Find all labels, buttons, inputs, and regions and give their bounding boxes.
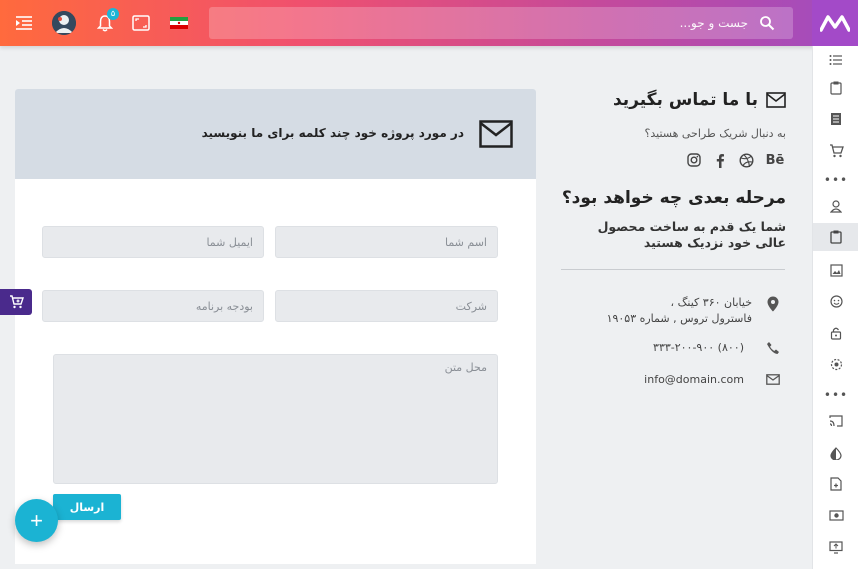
clipboard-icon[interactable] [813, 74, 858, 102]
menu-toggle-icon[interactable] [14, 13, 34, 33]
facebook-icon[interactable] [712, 152, 728, 168]
iran-flag-icon[interactable] [169, 13, 189, 33]
monitor-icon[interactable] [813, 533, 858, 561]
instagram-icon[interactable] [686, 152, 702, 168]
search-bar [209, 7, 793, 39]
contact-subtitle: به دنبال شریک طراحی هستید؟ [644, 127, 786, 140]
mail-icon [766, 92, 786, 108]
address-line2: فاسترول تروس , شماره ۱۹۰۵۳ [606, 312, 752, 325]
cart-add-icon [9, 295, 24, 309]
fab-add-button[interactable]: + [15, 499, 58, 542]
phone-row: (۸۰۰) ۳۳۳-۲۰۰-۹۰۰ [560, 340, 786, 356]
budget-field[interactable] [42, 290, 264, 322]
app-logo[interactable] [812, 0, 858, 46]
target-icon[interactable] [813, 350, 858, 378]
dribbble-icon[interactable] [738, 152, 754, 168]
send-button[interactable]: ارسال [53, 494, 121, 520]
file-add-icon[interactable] [813, 470, 858, 498]
list-icon[interactable] [813, 46, 858, 74]
search-input[interactable] [209, 7, 754, 39]
name-field[interactable] [275, 226, 498, 258]
sidebar-rail: ••• ••• [812, 46, 858, 569]
behance-icon[interactable]: Bē [764, 152, 786, 168]
contact-title: با ما تماس بگیرید [613, 90, 786, 110]
money-icon[interactable] [813, 501, 858, 529]
divider [561, 269, 785, 270]
location-pin-icon [767, 296, 779, 312]
more-dots-2-icon[interactable]: ••• [813, 388, 858, 402]
message-textarea[interactable] [53, 354, 498, 484]
floating-cart-button[interactable] [0, 289, 32, 315]
envelope-large-icon [479, 120, 513, 148]
form-header-text: در مورد پروژه خود چند کلمه برای ما بنویس… [201, 126, 464, 140]
next-step-title: مرحله بعدی چه خواهد بود؟ [561, 188, 786, 208]
search-icon[interactable] [759, 15, 775, 31]
fullscreen-icon[interactable] [131, 13, 151, 33]
user-icon[interactable] [813, 192, 858, 220]
cart-icon[interactable] [813, 137, 858, 165]
envelope-icon [766, 374, 780, 385]
company-field[interactable] [275, 290, 498, 322]
document-icon[interactable] [813, 105, 858, 133]
email-field[interactable] [42, 226, 264, 258]
smiley-icon[interactable] [813, 287, 858, 315]
form-header: در مورد پروژه خود چند کلمه برای ما بنویس… [15, 89, 536, 179]
notification-badge: ۵ [107, 8, 119, 20]
user-avatar[interactable] [52, 11, 76, 35]
contact-form-card: در مورد پروژه خود چند کلمه برای ما بنویس… [15, 89, 536, 564]
cast-icon[interactable] [813, 407, 858, 435]
lock-icon[interactable] [813, 319, 858, 347]
email-row: info@domain.com [560, 372, 786, 388]
top-bar: ۵ [0, 0, 858, 46]
address-row: خیابان ۳۶۰ کینگ ، فاسترول تروس , شماره ۱… [560, 295, 786, 327]
next-step-description: شما یک قدم به ساخت محصول عالی خود نزدیک … [597, 219, 786, 250]
more-dots-icon[interactable]: ••• [813, 173, 858, 187]
phone-icon [767, 342, 779, 354]
image-icon[interactable] [813, 256, 858, 284]
email-address[interactable]: info@domain.com [644, 372, 744, 388]
clipboard-active-icon[interactable] [813, 223, 858, 251]
phone-number[interactable]: (۸۰۰) ۳۳۳-۲۰۰-۹۰۰ [653, 340, 744, 356]
social-links: Bē [686, 152, 786, 168]
contrast-icon[interactable] [813, 439, 858, 467]
next-step-panel: مرحله بعدی چه خواهد بود؟ شما یک قدم به س… [536, 179, 810, 564]
address-line1: خیابان ۳۶۰ کینگ ، [670, 296, 752, 309]
